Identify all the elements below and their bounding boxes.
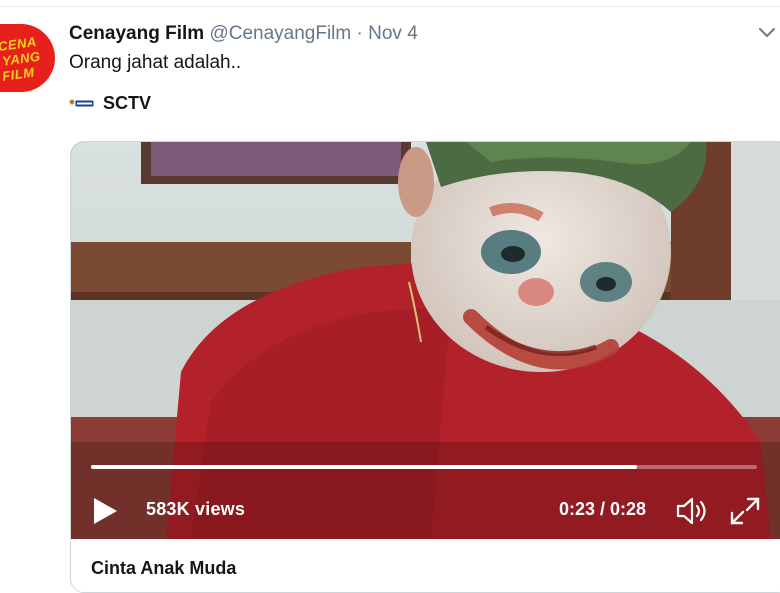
fullscreen-icon[interactable] — [729, 496, 761, 526]
video-time: 0:23 / 0:28 — [559, 499, 647, 519]
video-frame — [71, 142, 780, 539]
tweet-header: Cenayang Film @CenayangFilm · Nov 4 — [69, 23, 418, 45]
play-icon[interactable] — [91, 496, 119, 526]
video-card[interactable]: 583K views 0:23 / 0:28 Cinta Anak Muda — [70, 141, 780, 593]
avatar-logo-text: CENA YANG FILM — [0, 33, 42, 84]
author-handle[interactable]: @CenayangFilm — [209, 23, 351, 44]
video-progress-fill — [91, 465, 638, 469]
sctv-logo-icon — [69, 99, 94, 107]
source-attribution[interactable]: SCTV — [69, 92, 151, 114]
avatar[interactable]: CENA YANG FILM — [0, 24, 55, 92]
source-name: SCTV — [103, 92, 152, 113]
tweet-text: Orang jahat adalah.. — [69, 52, 242, 73]
chevron-down-icon[interactable] — [758, 26, 776, 40]
header-separator: · — [356, 23, 363, 44]
tweet-date[interactable]: Nov 4 — [368, 23, 418, 44]
view-count: 583K views — [146, 499, 246, 519]
video-player[interactable]: 583K views 0:23 / 0:28 — [71, 142, 780, 539]
video-controls: 583K views 0:23 / 0:28 — [71, 487, 780, 535]
video-progress-bar[interactable] — [91, 465, 757, 469]
author-name[interactable]: Cenayang Film — [69, 23, 204, 44]
card-title: Cinta Anak Muda — [91, 558, 237, 578]
timeline-divider — [0, 6, 780, 7]
volume-icon[interactable] — [675, 495, 711, 527]
